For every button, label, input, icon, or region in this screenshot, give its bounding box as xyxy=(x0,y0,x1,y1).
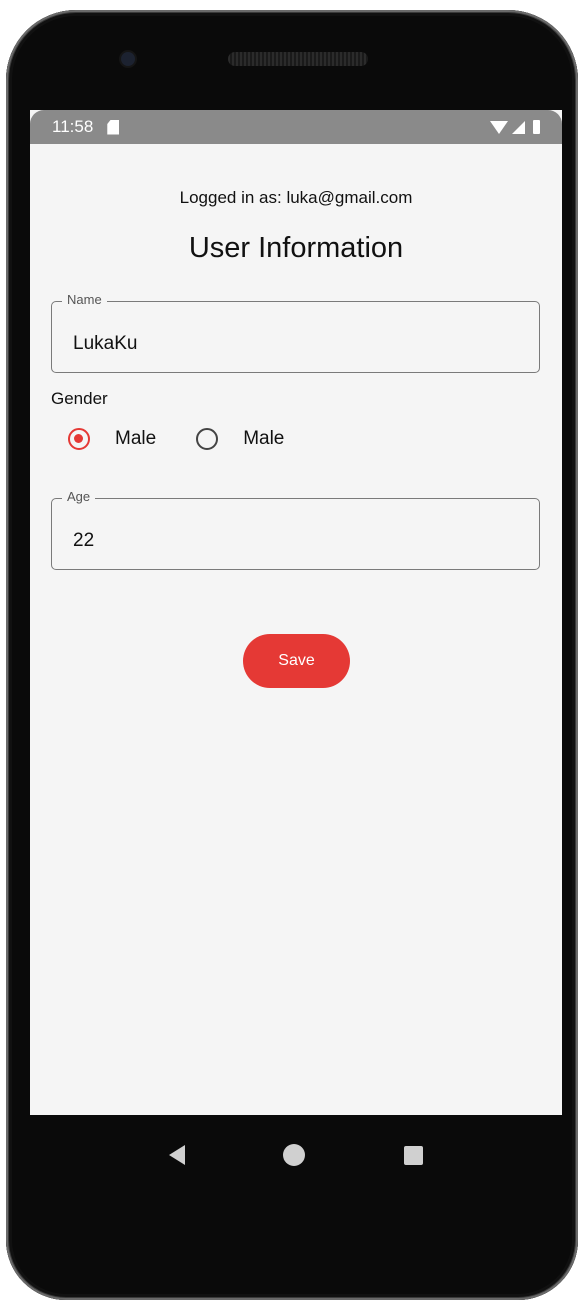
gender-option-label: Male xyxy=(243,428,285,449)
earpiece-speaker xyxy=(228,52,368,66)
radio-selected-icon[interactable] xyxy=(68,428,90,450)
radio-unselected-icon[interactable] xyxy=(196,428,219,450)
logged-in-label: Logged in as: luka@gmail.com xyxy=(179,188,413,207)
signal-icon xyxy=(512,120,525,134)
gender-option-label: Male xyxy=(115,428,157,449)
gender-option-1[interactable]: Male xyxy=(68,428,156,450)
battery-icon xyxy=(533,120,540,134)
main-content: Logged in as: luka@gmail.com User Inform… xyxy=(30,144,562,1115)
gender-radio-group: Male Male xyxy=(68,428,324,450)
save-button[interactable]: Save xyxy=(243,634,350,688)
name-field[interactable]: Name LukaKu xyxy=(51,292,540,373)
status-time: 11:58 xyxy=(52,117,94,136)
age-field[interactable]: Age 22 xyxy=(51,489,540,570)
navigation-bar xyxy=(30,1115,562,1195)
gender-label: Gender xyxy=(51,389,108,408)
wifi-icon xyxy=(490,120,508,134)
status-bar: 11:58 xyxy=(30,110,562,144)
home-icon[interactable] xyxy=(283,1144,306,1166)
front-camera xyxy=(121,52,135,66)
status-left: 11:58 xyxy=(52,117,120,137)
status-right xyxy=(490,120,540,134)
sd-card-icon xyxy=(107,119,120,135)
gender-option-2[interactable]: Male xyxy=(196,428,284,450)
recents-icon[interactable] xyxy=(403,1145,423,1165)
page-title: User Information xyxy=(188,232,404,264)
age-input[interactable]: 22 xyxy=(52,499,539,569)
back-icon[interactable] xyxy=(169,1145,186,1165)
app-screen: 11:58 Logged in as: luka@gmail.com User … xyxy=(30,110,562,1115)
name-input[interactable]: LukaKu xyxy=(52,302,539,372)
